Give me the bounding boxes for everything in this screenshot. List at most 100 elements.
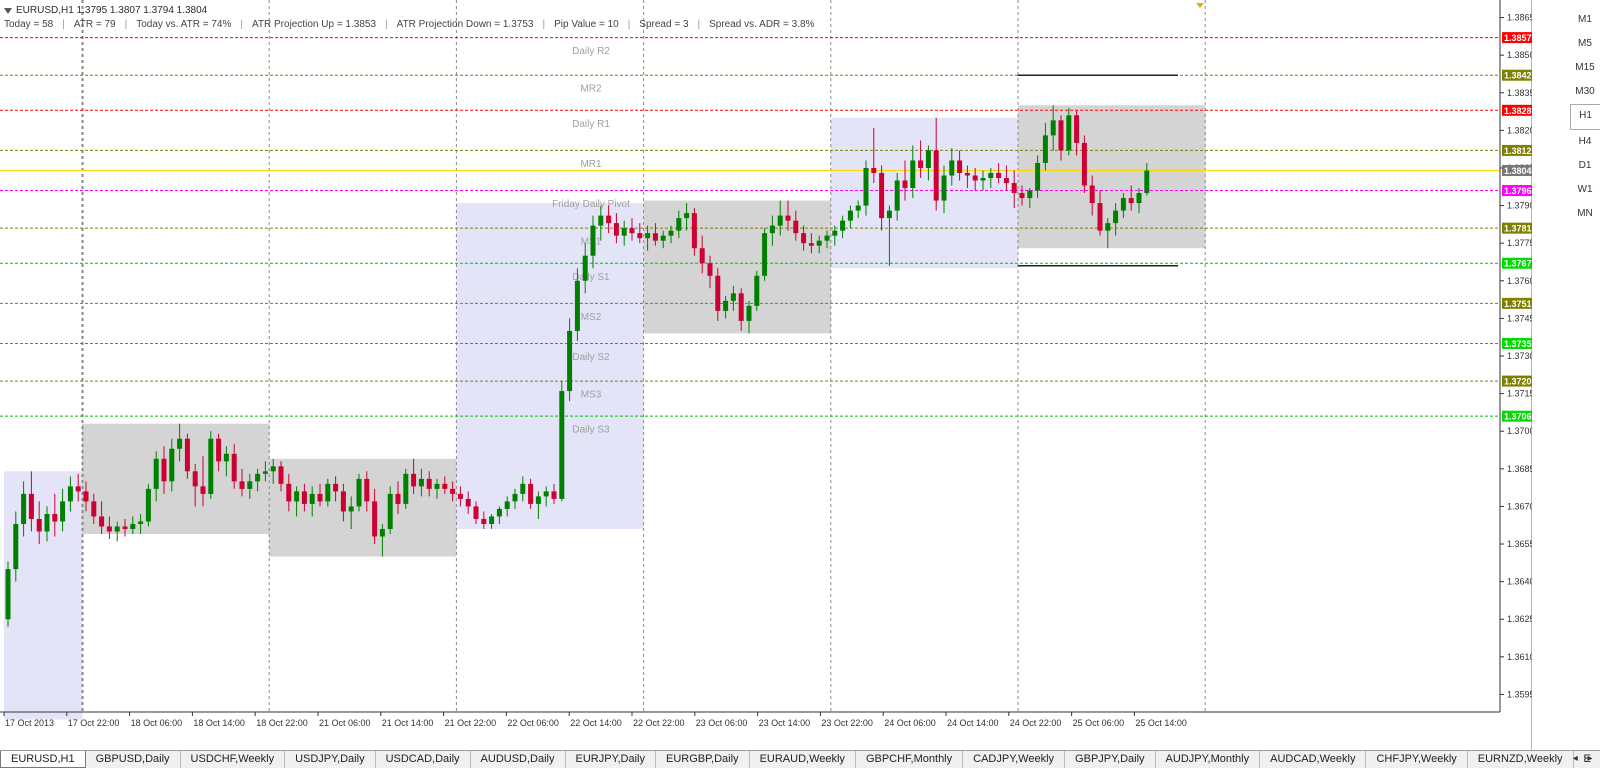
timeframe-h1[interactable]: H1 <box>1570 104 1600 130</box>
stat-item: Today = 58 <box>4 19 54 30</box>
scroll-right-icon[interactable]: ▸ <box>1584 750 1596 768</box>
chart-tab[interactable]: GBPUSD,Daily <box>86 751 181 768</box>
timeframe-w1[interactable]: W1 <box>1570 178 1600 202</box>
time-tick-label: 17 Oct 2013 <box>5 718 54 728</box>
price-tick-label: 1.3775 <box>1507 238 1532 248</box>
candle <box>208 431 214 499</box>
chart-title: EURUSD,H1 1.3795 1.3807 1.3794 1.3804 <box>16 5 208 16</box>
timeframe-m5[interactable]: M5 <box>1570 32 1600 56</box>
stat-item: ATR Projection Down = 1.3753 <box>396 19 534 30</box>
price-tick-label: 1.3640 <box>1507 577 1532 587</box>
session-box <box>643 200 831 334</box>
pivot-label: MS3 <box>581 390 602 401</box>
collapse-triangle-icon[interactable] <box>4 8 12 14</box>
pivot-label: Daily S3 <box>572 425 610 436</box>
level-price-label: 1.3812 <box>1504 146 1532 156</box>
time-tick-label: 23 Oct 22:00 <box>821 718 873 728</box>
level-price-label: 1.3735 <box>1504 339 1532 349</box>
chart-tab[interactable]: EURGBP,Daily <box>656 751 750 768</box>
level-price-label: 1.3842 <box>1504 71 1532 81</box>
chart-tab-bar: EURUSD,H1 GBPUSD,Daily USDCHF,Weekly USDJPY… <box>0 750 1600 768</box>
chart-area[interactable]: Daily R2 MR2 Daily R1 MR1 Friday Daily Pivot… <box>0 0 1532 750</box>
time-tick-label: 22 Oct 22:00 <box>633 718 685 728</box>
level-price-label: 1.3857 <box>1504 33 1532 43</box>
price-tick-label: 1.3610 <box>1507 652 1532 662</box>
chart-tab[interactable]: EURUSD,H1 <box>0 751 86 768</box>
candle <box>403 468 409 509</box>
stat-item: ATR = 79 <box>73 19 116 30</box>
stat-item: Spread vs. ADR = 3.8% <box>709 19 815 30</box>
timeframe-m15[interactable]: M15 <box>1570 56 1600 80</box>
session-box <box>269 458 457 557</box>
time-tick-label: 21 Oct 06:00 <box>319 718 371 728</box>
time-tick-label: 23 Oct 06:00 <box>696 718 748 728</box>
candle <box>145 483 151 527</box>
price-tick-label: 1.3745 <box>1507 313 1532 323</box>
level-price-label: 1.3720 <box>1504 377 1532 387</box>
candle <box>1081 135 1087 194</box>
timeframe-mn[interactable]: MN <box>1570 202 1600 226</box>
stat-separator: | <box>627 19 631 30</box>
price-tick-label: 1.3625 <box>1507 614 1532 624</box>
price-tick-label: 1.3730 <box>1507 351 1532 361</box>
stat-item: Spread = 3 <box>639 19 689 30</box>
stat-item: Today vs. ATR = 74% <box>136 19 232 30</box>
timeframe-m30[interactable]: M30 <box>1570 80 1600 104</box>
time-tick-label: 17 Oct 22:00 <box>68 718 120 728</box>
chart-tab[interactable]: EURJPY,Daily <box>566 751 657 768</box>
stat-separator: | <box>385 19 388 30</box>
pivot-label: Friday Daily Pivot <box>552 199 630 210</box>
stat-item: ATR Projection Up = 1.3853 <box>251 19 377 30</box>
price-tick-label: 1.3760 <box>1507 276 1532 286</box>
tab-scroll-controls: ◂ ▸ <box>1569 750 1596 768</box>
pivot-label: MR1 <box>580 159 602 170</box>
pivot-label: Daily S2 <box>572 352 610 363</box>
chart-tab[interactable]: AUDCAD,Weekly <box>1260 751 1367 768</box>
chart-tab[interactable]: AUDJPY,Monthly <box>1156 751 1261 768</box>
time-tick-label: 18 Oct 22:00 <box>256 718 308 728</box>
candle <box>754 270 760 311</box>
time-tick-label: 24 Oct 22:00 <box>1010 718 1062 728</box>
scroll-left-icon[interactable]: ◂ <box>1569 750 1581 768</box>
time-tick-label: 22 Oct 14:00 <box>570 718 622 728</box>
time-tick-label: 21 Oct 22:00 <box>445 718 497 728</box>
stat-separator: | <box>542 19 546 30</box>
price-tick-label: 1.3790 <box>1507 201 1532 211</box>
stat-separator: | <box>240 19 243 30</box>
timeframe-h4[interactable]: H4 <box>1570 130 1600 154</box>
level-price-label: 1.3781 <box>1504 224 1532 234</box>
chart-tab[interactable]: USDJPY,Daily <box>285 751 376 768</box>
chart-header: EURUSD,H1 1.3795 1.3807 1.3794 1.3804 To… <box>4 4 814 32</box>
chart-shift-marker-icon[interactable] <box>1196 3 1204 8</box>
timeframe-m1[interactable]: M1 <box>1570 8 1600 32</box>
chart-tab[interactable]: USDCHF,Weekly <box>181 751 286 768</box>
candlestick-chart[interactable]: Daily R2 MR2 Daily R1 MR1 Friday Daily Pivot… <box>0 0 1532 750</box>
price-tick-label: 1.3715 <box>1507 389 1532 399</box>
time-tick-label: 25 Oct 14:00 <box>1135 718 1187 728</box>
chart-tab[interactable]: EURAUD,Weekly <box>750 751 856 768</box>
timeframe-d1[interactable]: D1 <box>1570 154 1600 178</box>
chart-tab[interactable]: GBPCHF,Monthly <box>856 751 964 768</box>
level-price-label: 1.3828 <box>1504 106 1532 116</box>
chart-tab[interactable]: EURNZD,Weekly <box>1468 751 1574 768</box>
level-price-label: 1.3796 <box>1504 186 1532 196</box>
candle <box>762 228 768 281</box>
chart-tab[interactable]: CADJPY,Weekly <box>963 751 1066 768</box>
chart-tab[interactable]: GBPJPY,Daily <box>1065 751 1156 768</box>
timeframe-panel: M1 M5 M15 M30 H1 H4 D1 W1 MN <box>1570 8 1600 226</box>
price-tick-label: 1.3865 <box>1507 13 1532 23</box>
price-tick-label: 1.3700 <box>1507 426 1532 436</box>
price-tick-label: 1.3685 <box>1507 464 1532 474</box>
pivot-label: Daily R2 <box>572 46 610 57</box>
level-price-label: 1.3767 <box>1504 259 1532 269</box>
chart-tab[interactable]: CHFJPY,Weekly <box>1366 751 1468 768</box>
session-box <box>1018 105 1206 249</box>
price-tick-label: 1.3835 <box>1507 88 1532 98</box>
stat-separator: | <box>697 19 701 30</box>
time-tick-label: 25 Oct 06:00 <box>1073 718 1125 728</box>
stat-item: Pip Value = 10 <box>554 19 619 30</box>
chart-tab[interactable]: AUDUSD,Daily <box>471 751 566 768</box>
chart-tab[interactable]: USDCAD,Daily <box>376 751 471 768</box>
time-tick-label: 18 Oct 14:00 <box>193 718 245 728</box>
price-tick-label: 1.3850 <box>1507 50 1532 60</box>
